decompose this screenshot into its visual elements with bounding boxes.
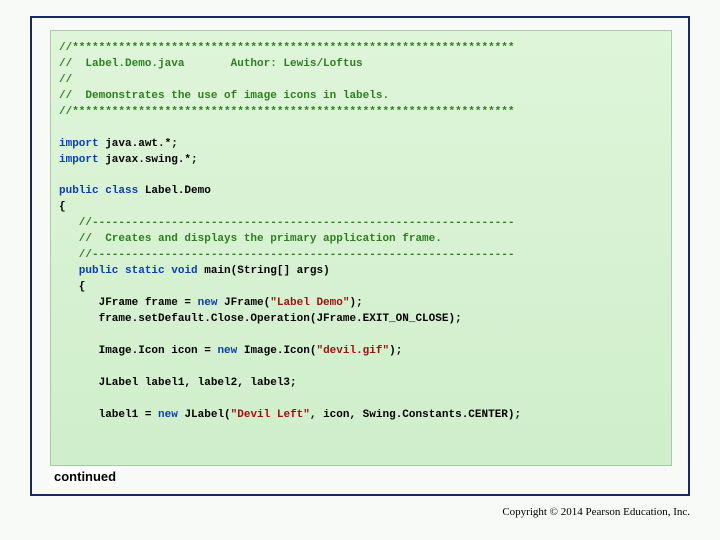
keyword: new <box>217 345 237 357</box>
code-text: Image.Icon icon = <box>59 345 217 357</box>
code-text: Image.Icon( <box>237 345 316 357</box>
keyword: public <box>59 185 99 197</box>
keyword: void <box>165 265 198 277</box>
keyword: public <box>59 265 118 277</box>
code-text: javax.swing.*; <box>99 154 198 166</box>
code-text: label1 = <box>59 409 158 421</box>
brace: { <box>59 281 85 293</box>
code-text: JFrame frame = <box>59 297 198 309</box>
keyword: new <box>198 297 218 309</box>
keyword: class <box>99 185 139 197</box>
keyword: import <box>59 138 99 150</box>
copyright-text: Copyright © 2014 Pearson Education, Inc. <box>502 506 690 518</box>
comment-line: // Label.Demo.java Author: Lewis/Loftus <box>59 58 363 70</box>
comment-line: // Demonstrates the use of image icons i… <box>59 90 389 102</box>
code-text: JLabel label1, label2, label3; <box>59 377 297 389</box>
keyword: new <box>158 409 178 421</box>
code-text: , icon, Swing.Constants.CENTER); <box>310 409 521 421</box>
code-text: Label.Demo <box>138 185 211 197</box>
code-text: JFrame( <box>217 297 270 309</box>
string-literal: "Label Demo" <box>270 297 349 309</box>
code-text: ); <box>389 345 402 357</box>
comment-line: //**************************************… <box>59 42 514 54</box>
code-text: main(String[] args) <box>198 265 330 277</box>
code-block: //**************************************… <box>50 30 672 466</box>
code-text: frame.setDefault.Close.Operation(JFrame.… <box>59 313 462 325</box>
comment-line: //--------------------------------------… <box>59 249 514 261</box>
code-text: ); <box>349 297 362 309</box>
code-text: JLabel( <box>178 409 231 421</box>
comment-line: //--------------------------------------… <box>59 217 514 229</box>
string-literal: "devil.gif" <box>316 345 389 357</box>
comment-line: //**************************************… <box>59 106 514 118</box>
code-text: java.awt.*; <box>99 138 178 150</box>
keyword: import <box>59 154 99 166</box>
comment-line: // <box>59 74 72 86</box>
keyword: static <box>118 265 164 277</box>
brace: { <box>59 201 66 213</box>
string-literal: "Devil Left" <box>231 409 310 421</box>
comment-line: // Creates and displays the primary appl… <box>59 233 442 245</box>
continued-label: continued <box>50 467 120 486</box>
